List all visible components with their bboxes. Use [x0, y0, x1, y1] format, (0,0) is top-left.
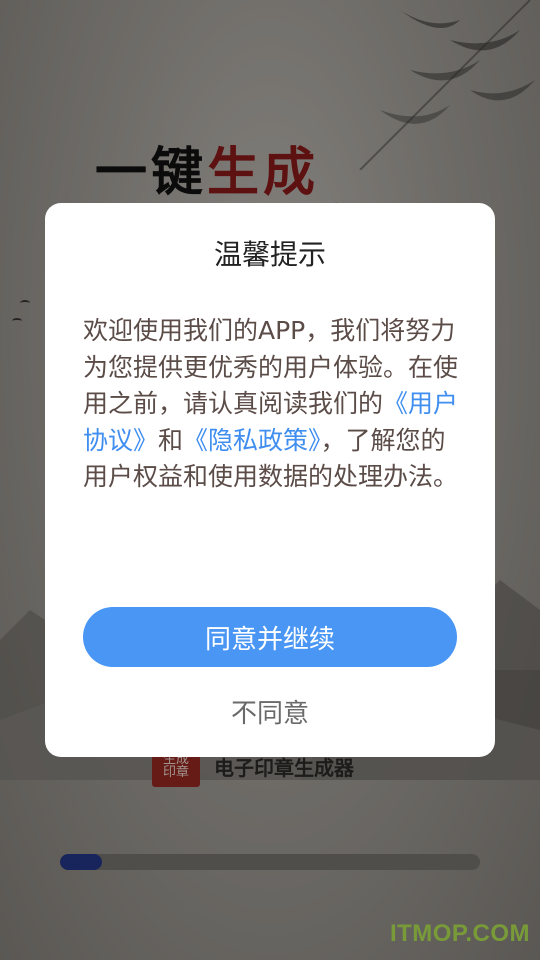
privacy-consent-dialog: 温馨提示 欢迎使用我们的APP，我们将努力为您提供更优秀的用户体验。在使用之前，… [45, 203, 495, 757]
disagree-button[interactable]: 不同意 [45, 693, 495, 730]
dialog-message: 欢迎使用我们的APP，我们将努力为您提供更优秀的用户体验。在使用之前，请认真阅读… [83, 313, 459, 496]
privacy-policy-link[interactable]: 《隐私政策》 [183, 426, 321, 455]
agree-and-continue-button[interactable]: 同意并继续 [83, 607, 457, 667]
dialog-message-conjunction: 和 [158, 425, 184, 455]
dialog-title: 温馨提示 [213, 238, 326, 271]
